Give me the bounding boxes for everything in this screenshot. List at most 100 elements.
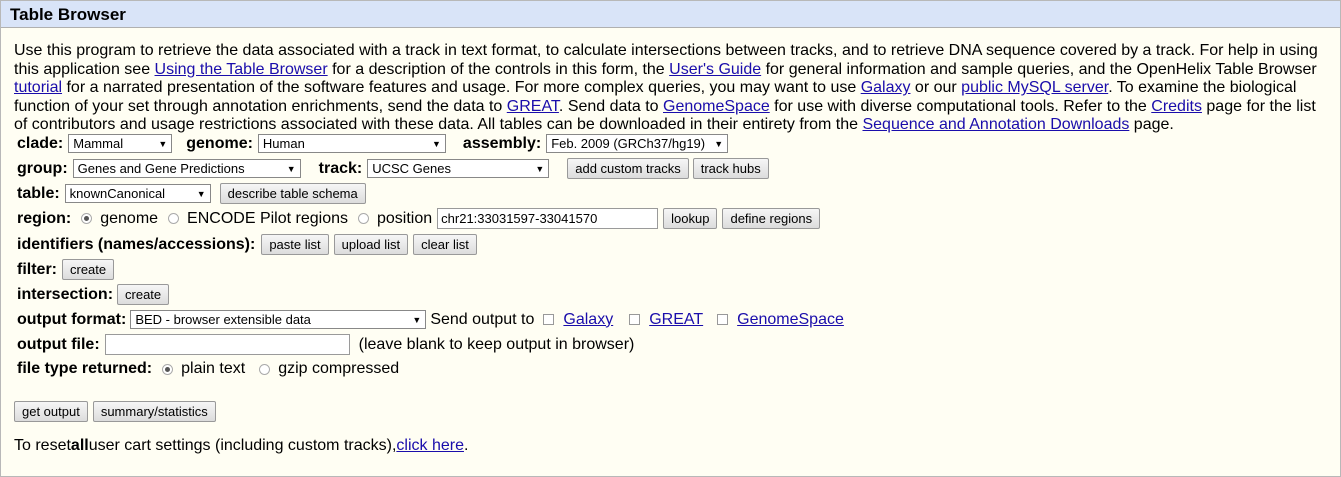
identifiers-row: identifiers (names/accessions): paste li… (17, 234, 477, 255)
clade-label: clade: (17, 134, 64, 152)
reset-text: . (463, 437, 469, 454)
identifiers-label: identifiers (names/accessions): (17, 235, 256, 253)
reset-bold-text: all (70, 437, 89, 454)
public-mysql-link[interactable]: public MySQL server (961, 79, 1108, 96)
output-format-row: output format: BED - browser extensible … (17, 310, 844, 329)
table-row-form: table: knownCanonical ▼ describe table sc… (17, 183, 366, 204)
plain-text-radio[interactable] (162, 363, 174, 375)
region-row: region: genome ENCODE Pilot regions posi… (17, 208, 821, 229)
tutorial-link[interactable]: tutorial (14, 79, 62, 96)
region-genome-radio[interactable] (81, 213, 93, 224)
reset-text: user cart settings (including custom tra… (88, 437, 397, 454)
region-position-label: position (377, 209, 433, 227)
genome-select[interactable]: Human ▼ (257, 134, 446, 153)
output-file-hint: (leave blank to keep output in browser) (358, 335, 635, 353)
using-table-browser-link[interactable]: Using the Table Browser (155, 61, 328, 78)
chevron-down-icon: ▼ (714, 139, 724, 149)
clade-value: Mammal (73, 136, 124, 151)
track-select[interactable]: UCSC Genes ▼ (367, 159, 550, 178)
intro-text: or our (910, 79, 962, 97)
send-great-link[interactable]: GREAT (649, 311, 703, 329)
track-hubs-button[interactable]: track hubs (692, 158, 769, 179)
send-genomespace-link[interactable]: GenomeSpace (737, 311, 844, 329)
clade-select[interactable]: Mammal ▼ (68, 134, 173, 153)
chevron-down-icon: ▼ (535, 164, 545, 174)
reset-click-here-link[interactable]: click here (396, 437, 464, 455)
galaxy-link[interactable]: Galaxy (861, 79, 911, 96)
clade-row: clade: Mammal ▼ genome: Human ▼ assembly: … (17, 134, 729, 153)
genome-value: Human (262, 136, 305, 151)
users-guide-link[interactable]: User's Guide (669, 61, 761, 78)
get-output-button[interactable]: get output (14, 401, 88, 422)
chevron-down-icon: ▼ (412, 315, 422, 325)
send-genomespace-checkbox[interactable] (717, 314, 729, 325)
group-value: Genes and Gene Predictions (77, 161, 245, 176)
define-regions-button[interactable]: define regions (722, 208, 821, 229)
gzip-label: gzip compressed (278, 360, 400, 377)
intro-text: for a description of the controls in thi… (327, 60, 670, 78)
clear-list-button[interactable]: clear list (413, 234, 477, 255)
table-label: table: (17, 184, 60, 202)
gzip-radio[interactable] (259, 363, 271, 375)
output-file-input[interactable] (104, 334, 350, 355)
genomespace-link[interactable]: GenomeSpace (663, 98, 770, 115)
filter-create-button[interactable]: create (62, 259, 115, 280)
credits-link[interactable]: Credits (1151, 98, 1202, 115)
filter-row: filter: create (17, 259, 115, 280)
panel-title: Table Browser (1, 1, 1340, 28)
add-custom-tracks-button[interactable]: add custom tracks (567, 158, 689, 179)
downloads-link[interactable]: Sequence and Annotation Downloads (862, 116, 1129, 133)
genome-label: genome: (186, 134, 253, 152)
reset-row: To reset all user cart settings (includi… (14, 437, 468, 455)
send-galaxy-link[interactable]: Galaxy (563, 311, 613, 329)
send-great-checkbox[interactable] (629, 314, 641, 325)
region-label: region: (17, 209, 72, 227)
group-label: group: (17, 159, 68, 177)
chevron-down-icon: ▼ (196, 189, 206, 199)
region-genome-label: genome (100, 209, 159, 227)
region-encode-radio[interactable] (168, 213, 180, 224)
intersection-row: intersection: create (17, 284, 170, 305)
group-row: group: Genes and Gene Predictions ▼ track… (17, 158, 769, 179)
upload-list-button[interactable]: upload list (333, 234, 409, 255)
output-file-row: output file: (leave blank to keep output… (17, 334, 634, 355)
output-file-label: output file: (17, 335, 100, 353)
intro-text: for a narrated presentation of the softw… (62, 79, 861, 97)
assembly-value: Feb. 2009 (GRCh37/hg19) (551, 136, 706, 151)
output-format-value: BED - browser extensible data (135, 312, 311, 327)
assembly-select[interactable]: Feb. 2009 (GRCh37/hg19) ▼ (546, 134, 729, 153)
send-galaxy-checkbox[interactable] (543, 314, 555, 325)
intersection-create-button[interactable]: create (117, 284, 170, 305)
position-input[interactable]: chr21:33031597-33041570 (437, 208, 659, 229)
chevron-down-icon: ▼ (286, 164, 296, 174)
chevron-down-icon: ▼ (432, 139, 441, 149)
intro-text: page. (1129, 116, 1174, 134)
reset-text: To reset (14, 437, 71, 454)
table-browser-panel: Table Browser Use this program to retrie… (0, 0, 1341, 477)
paste-list-button[interactable]: paste list (261, 234, 329, 255)
intro-text: for use with diverse computational tools… (769, 97, 1152, 115)
track-label: track: (318, 159, 363, 177)
summary-statistics-button[interactable]: summary/statistics (92, 401, 216, 422)
track-value: UCSC Genes (372, 161, 451, 176)
send-output-to-label: Send output to (430, 310, 535, 328)
chevron-down-icon: ▼ (158, 139, 168, 149)
intersection-label: intersection: (17, 285, 114, 303)
submit-row: get output summary/statistics (14, 401, 216, 422)
intro-paragraph: Use this program to retrieve the data as… (14, 42, 1332, 135)
region-encode-label: ENCODE Pilot regions (187, 209, 348, 227)
region-position-radio[interactable] (358, 213, 369, 224)
great-link[interactable]: GREAT (507, 98, 559, 115)
table-value: knownCanonical (69, 186, 166, 201)
file-type-row: file type returned: plain text gzip comp… (17, 360, 399, 378)
filter-label: filter: (17, 260, 57, 278)
group-select[interactable]: Genes and Gene Predictions ▼ (72, 159, 301, 178)
file-type-label: file type returned: (17, 360, 153, 377)
output-format-select[interactable]: BED - browser extensible data ▼ (130, 310, 427, 329)
lookup-button[interactable]: lookup (663, 208, 718, 229)
output-format-label: output format: (17, 310, 127, 328)
assembly-label: assembly: (462, 134, 542, 152)
intro-text: . Send data to (558, 97, 663, 115)
table-select[interactable]: knownCanonical ▼ (64, 184, 211, 203)
describe-table-schema-button[interactable]: describe table schema (219, 183, 366, 204)
